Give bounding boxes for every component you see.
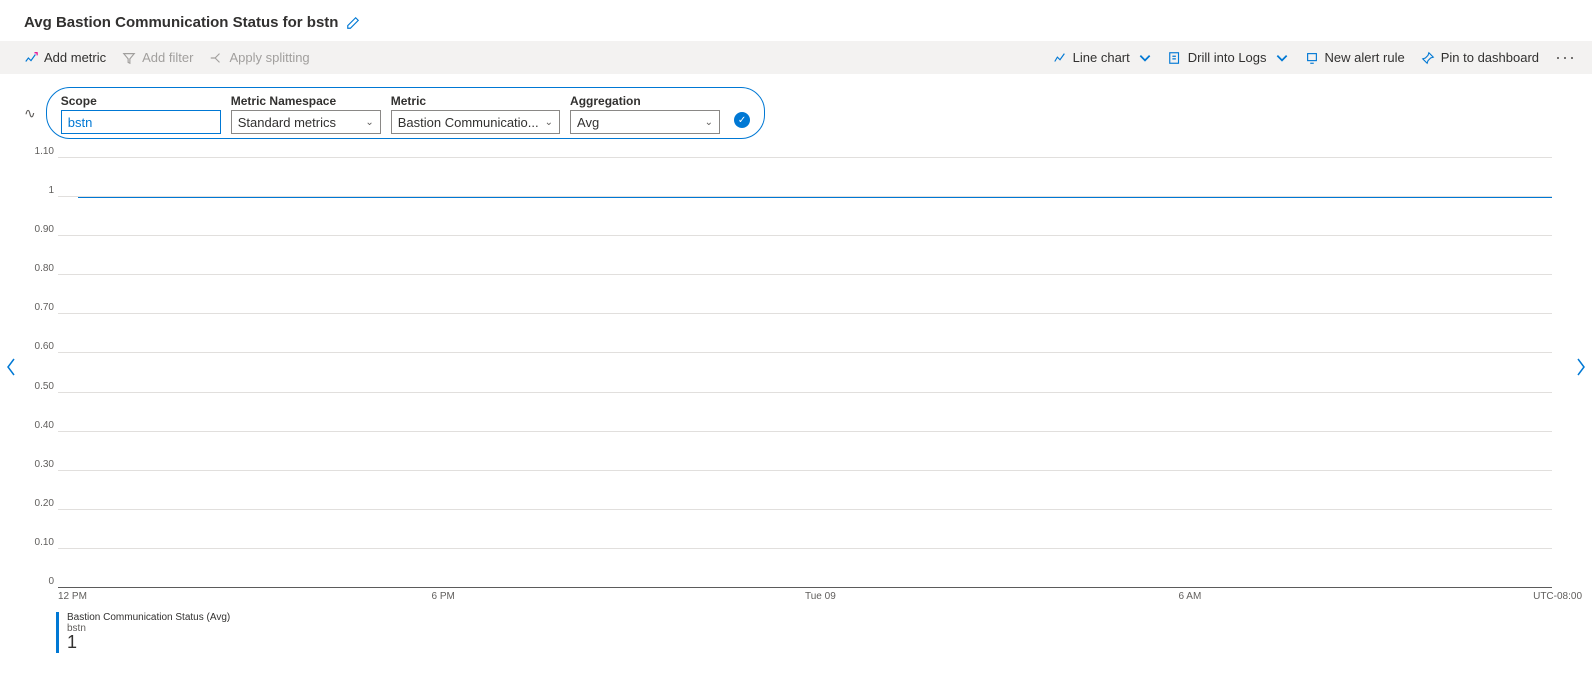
series-handle-icon[interactable]: ∿: [24, 105, 36, 122]
chevron-down-icon: [1138, 51, 1152, 65]
chart-toolbar: Add metric Add filter Apply splitting Li…: [0, 41, 1592, 75]
apply-splitting-button[interactable]: Apply splitting: [209, 50, 309, 65]
pin-icon: [1421, 51, 1435, 65]
metric-select[interactable]: Bastion Communicatio... ⌄: [391, 110, 560, 134]
drill-logs-label: Drill into Logs: [1188, 50, 1267, 65]
add-metric-button[interactable]: Add metric: [24, 50, 106, 65]
x-tick-label: 12 PM: [58, 591, 432, 602]
legend-value: 1: [67, 632, 1552, 653]
new-alert-button[interactable]: New alert rule: [1305, 50, 1405, 65]
alert-icon: [1305, 51, 1319, 65]
namespace-value: Standard metrics: [238, 115, 336, 130]
y-tick-label: 0.50: [35, 381, 54, 392]
line-chart-icon: [1053, 51, 1067, 65]
y-gridline: 0.90: [58, 235, 1552, 236]
chevron-down-icon: ⌄: [545, 117, 553, 128]
y-gridline: 0.40: [58, 431, 1552, 432]
add-filter-button[interactable]: Add filter: [122, 50, 193, 65]
add-metric-icon: [24, 51, 38, 65]
chevron-down-icon: ⌄: [705, 117, 713, 128]
timezone-label: UTC-08:00: [1533, 591, 1582, 602]
chart-legend[interactable]: Bastion Communication Status (Avg) bstn …: [56, 612, 1552, 653]
y-tick-label: 0.40: [35, 420, 54, 431]
chart-plot-area[interactable]: 1.10 1 0.90 0.80 0.70 0.60 0.50 0.40 0.30 0.20 0.1…: [58, 157, 1552, 587]
y-tick-label: 0.20: [35, 498, 54, 509]
y-gridline: 1.10: [58, 157, 1552, 158]
metric-label: Metric: [391, 94, 560, 108]
new-alert-label: New alert rule: [1325, 50, 1405, 65]
apply-splitting-label: Apply splitting: [229, 50, 309, 65]
y-gridline: 0.20: [58, 509, 1552, 510]
scroll-left-button[interactable]: [2, 355, 20, 379]
y-gridline: 0.50: [58, 392, 1552, 393]
namespace-label: Metric Namespace: [231, 94, 381, 108]
edit-icon[interactable]: [346, 16, 360, 30]
y-tick-label: 1: [48, 185, 54, 196]
scope-label: Scope: [61, 94, 221, 108]
scroll-right-button[interactable]: [1572, 355, 1590, 379]
aggregation-value: Avg: [577, 115, 599, 130]
add-metric-label: Add metric: [44, 50, 106, 65]
add-filter-label: Add filter: [142, 50, 193, 65]
chart-x-axis: 12 PM6 PMTue 096 AMUTC-08:00: [58, 591, 1552, 602]
y-gridline: 0: [58, 587, 1552, 588]
x-tick-label: 6 PM: [432, 591, 806, 602]
y-tick-label: 0.70: [35, 302, 54, 313]
y-tick-label: 0.80: [35, 263, 54, 274]
pin-dashboard-label: Pin to dashboard: [1441, 50, 1539, 65]
metric-config-pill: Scope bstn Metric Namespace Standard met…: [46, 87, 765, 139]
y-gridline: 0.60: [58, 352, 1552, 353]
chevron-down-icon: ⌄: [365, 117, 373, 128]
y-gridline: 0.10: [58, 548, 1552, 549]
x-tick-label: Tue 09: [805, 591, 1179, 602]
split-icon: [209, 51, 223, 65]
legend-series-name: Bastion Communication Status (Avg): [67, 612, 1552, 623]
y-tick-label: 1.10: [35, 146, 54, 157]
line-chart-button[interactable]: Line chart: [1053, 50, 1152, 65]
scope-input[interactable]: bstn: [61, 110, 221, 134]
y-gridline: 1: [58, 196, 1552, 197]
y-tick-label: 0: [48, 576, 54, 587]
logs-icon: [1168, 51, 1182, 65]
pin-dashboard-button[interactable]: Pin to dashboard: [1421, 50, 1539, 65]
aggregation-label: Aggregation: [570, 94, 720, 108]
y-tick-label: 0.90: [35, 224, 54, 235]
y-tick-label: 0.30: [35, 459, 54, 470]
drill-logs-button[interactable]: Drill into Logs: [1168, 50, 1289, 65]
line-chart-label: Line chart: [1073, 50, 1130, 65]
y-tick-label: 0.10: [35, 537, 54, 548]
filter-icon: [122, 51, 136, 65]
y-tick-label: 0.60: [35, 341, 54, 352]
chart-title: Avg Bastion Communication Status for bst…: [24, 14, 338, 31]
metric-value: Bastion Communicatio...: [398, 115, 539, 130]
more-button[interactable]: ···: [1555, 47, 1576, 68]
namespace-select[interactable]: Standard metrics ⌄: [231, 110, 381, 134]
y-gridline: 0.80: [58, 274, 1552, 275]
y-gridline: 0.70: [58, 313, 1552, 314]
y-gridline: 0.30: [58, 470, 1552, 471]
pill-confirm-icon[interactable]: ✓: [734, 112, 750, 128]
chevron-down-icon: [1275, 51, 1289, 65]
aggregation-select[interactable]: Avg ⌄: [570, 110, 720, 134]
x-tick-label: 6 AM: [1179, 591, 1553, 602]
